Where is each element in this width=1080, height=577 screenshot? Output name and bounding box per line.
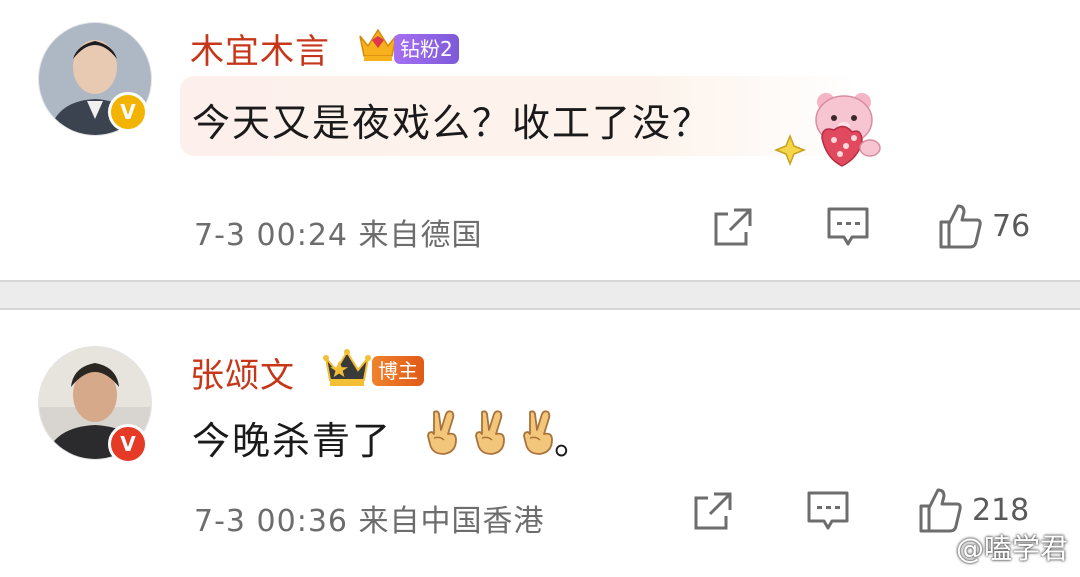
like-count: 218	[972, 492, 1030, 528]
comment-text: 今天又是夜戏么？收工了没？	[192, 101, 713, 145]
bear-sticker	[766, 86, 886, 174]
location: 来自中国香港	[358, 504, 545, 539]
timestamp: 7-3 00:24	[194, 218, 348, 253]
divider	[0, 280, 1080, 310]
share-button[interactable]	[692, 490, 734, 532]
comment-meta: 7-3 00:24 来自德国	[194, 210, 483, 254]
comment-item: V 木宜木言 钻粉2 今天又是夜戏么？收工了没？ 7-3 00:24 来自德国 …	[0, 0, 1080, 280]
share-button[interactable]	[712, 206, 754, 248]
share-icon	[694, 492, 732, 530]
timestamp: 7-3 00:36	[194, 504, 348, 539]
comment-punctuation: 。	[554, 419, 593, 463]
verified-icon: V	[108, 92, 148, 132]
crown-icon	[322, 346, 372, 394]
emoji-group	[422, 408, 562, 458]
victory-hand-emoji	[475, 410, 505, 455]
reply-icon	[807, 491, 849, 530]
username[interactable]: 张颂文	[190, 348, 295, 397]
comment-text: 今晚杀青了	[192, 419, 393, 463]
victory-hand-emoji	[427, 410, 457, 455]
share-icon	[714, 208, 752, 246]
username[interactable]: 木宜木言	[190, 24, 330, 73]
blogger-badge[interactable]: 博主	[372, 356, 424, 386]
watermark-text: @嗑学君	[955, 532, 1068, 565]
watermark: @嗑学君	[916, 527, 1068, 567]
reply-button[interactable]	[826, 206, 870, 248]
verified-icon: V	[108, 424, 148, 464]
comment-list: V 木宜木言 钻粉2 今天又是夜戏么？收工了没？ 7-3 00:24 来自德国 …	[0, 0, 1080, 577]
like-icon	[939, 204, 982, 249]
weibo-logo-icon	[916, 535, 949, 561]
like-button[interactable]: 76	[938, 202, 1030, 250]
comment-meta: 7-3 00:36 来自中国香港	[194, 496, 545, 540]
location: 来自德国	[358, 218, 483, 253]
like-count: 76	[992, 208, 1031, 244]
fan-badge[interactable]: 钻粉2	[394, 34, 459, 64]
reply-button[interactable]	[806, 490, 850, 532]
reply-icon	[827, 207, 869, 246]
